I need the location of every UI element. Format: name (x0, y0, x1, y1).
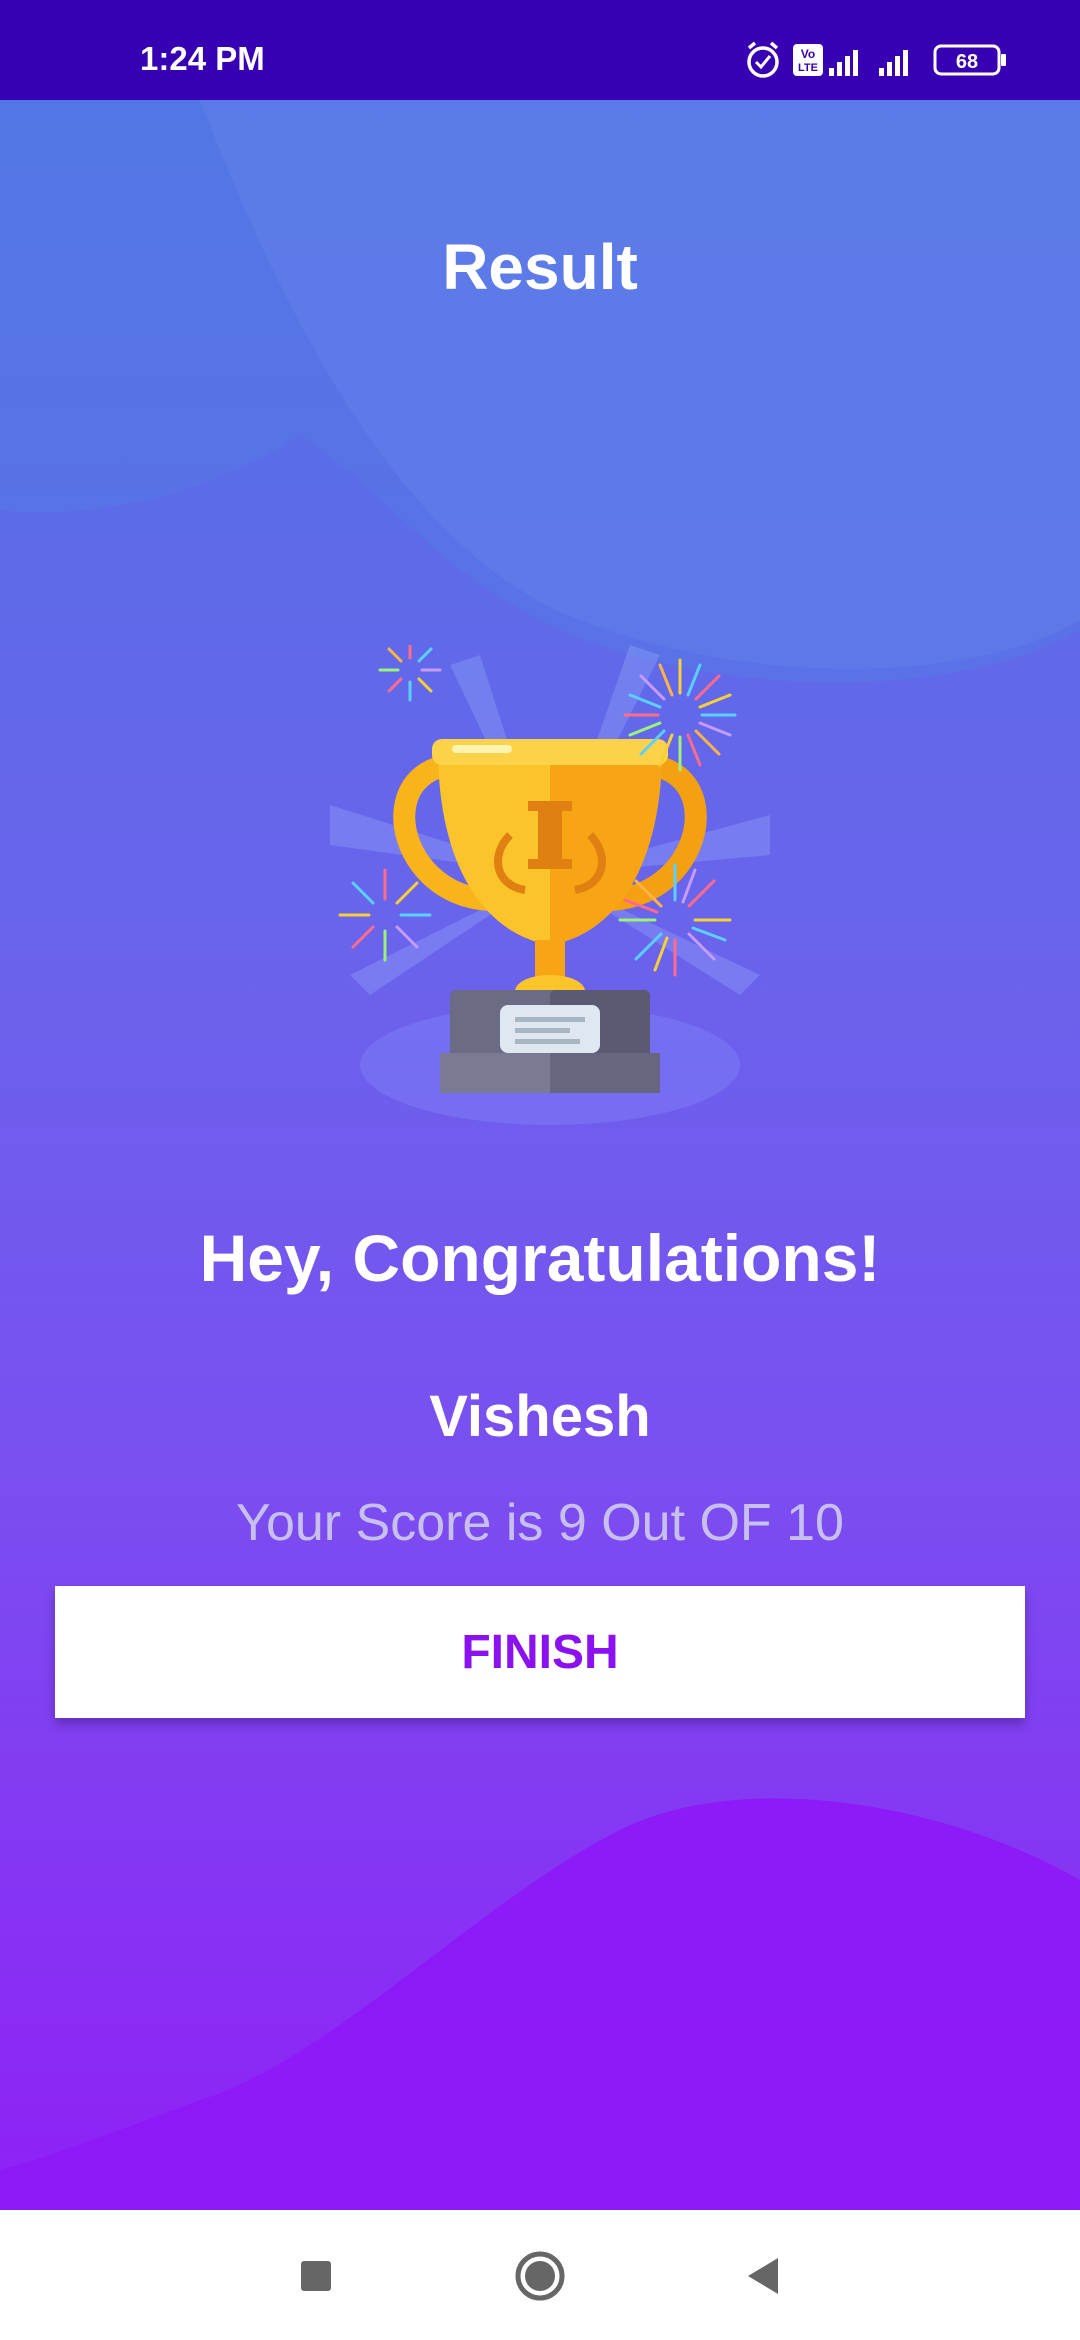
back-icon[interactable] (736, 2248, 792, 2304)
signal-icon (829, 50, 858, 76)
page-title: Result (442, 231, 638, 303)
navigation-bar (0, 2210, 1080, 2340)
result-screen: Result Hey, Congratulations! Vishesh You… (0, 100, 1080, 2210)
score-text: Your Score is 9 Out OF 10 (236, 1494, 844, 1552)
volte-icon: Vo LTE (793, 44, 823, 76)
svg-text:LTE: LTE (798, 62, 818, 74)
status-icons: Vo LTE 68 (747, 41, 1006, 78)
status-bar: 1:24 PM Vo LTE 68 (0, 0, 1080, 100)
battery-icon: 68 (933, 44, 1006, 76)
signal-icon (879, 50, 908, 76)
svg-text:Vo: Vo (801, 47, 815, 61)
finish-button[interactable]: FINISH (55, 1586, 1025, 1718)
status-time: 1:24 PM (140, 40, 265, 77)
home-icon[interactable] (512, 2248, 568, 2304)
congratulations-heading: Hey, Congratulations! (199, 1221, 881, 1295)
user-name: Vishesh (429, 1384, 651, 1449)
trophy-icon (330, 645, 770, 1125)
background-waves (0, 100, 1080, 2210)
alarm-icon (747, 41, 779, 78)
recents-icon[interactable] (288, 2248, 344, 2304)
battery-level: 68 (956, 51, 978, 73)
